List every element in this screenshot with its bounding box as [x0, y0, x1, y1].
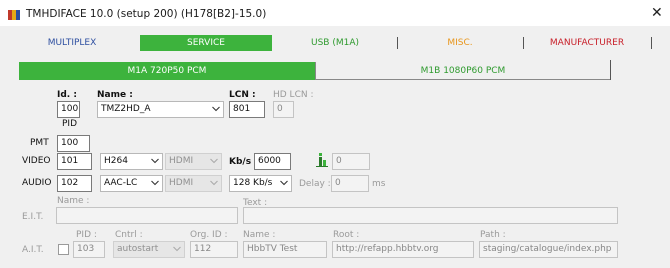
tab-manufacturer[interactable]: MANUFACTURER [524, 35, 650, 51]
delay-label: Delay : [299, 179, 331, 189]
tab-separator [651, 37, 652, 49]
ait-root-label: Root : [333, 230, 360, 240]
info-bar-icon[interactable] [316, 153, 328, 167]
name-label: Name : [97, 90, 133, 100]
ait-pid-label: PID : [76, 230, 97, 240]
ait-cntrl-value: autostart [117, 244, 159, 254]
window-title: TMHDIFACE 10.0 (setup 200) (H178[B2]-15.… [26, 8, 267, 20]
ait-enable-checkbox[interactable] [58, 244, 69, 255]
pmt-label: PMT [30, 138, 49, 148]
video-interface-select: HDMI [165, 153, 222, 170]
tab-usb-label: USB (M1A) [310, 38, 359, 48]
tab-service-label: SERVICE [187, 38, 225, 48]
hd-lcn-label: HD LCN : [273, 90, 314, 100]
audio-interface-value: HDMI [169, 178, 194, 188]
id-input[interactable]: 100 [57, 101, 80, 118]
subtab-m1b-label: M1B 1080P60 PCM [420, 66, 506, 76]
eit-text-input [243, 207, 618, 224]
chevron-down-icon [210, 180, 218, 186]
subtab-end-divider [610, 60, 611, 80]
subtab-m1a[interactable]: M1A 720P50 PCM [19, 62, 315, 80]
ait-pid-input: 103 [73, 241, 105, 258]
ait-path-label: Path : [480, 230, 506, 240]
lcn-label: LCN : [229, 90, 256, 100]
close-icon[interactable]: ✕ [651, 5, 663, 21]
eit-label: E.I.T. [22, 212, 44, 222]
tab-manufacturer-label: MANUFACTURER [549, 38, 625, 48]
delay-input: 0 [331, 175, 369, 192]
ait-cntrl-label: Cntrl : [115, 230, 143, 240]
tab-usb[interactable]: USB (M1A) [274, 35, 396, 51]
video-extra-input: 0 [332, 153, 370, 170]
subtab-m1a-label: M1A 720P50 PCM [127, 66, 207, 76]
hd-lcn-input: 0 [273, 101, 294, 118]
video-pid-input[interactable]: 101 [57, 153, 92, 170]
eit-name-label: Name : [57, 196, 90, 206]
app-icon [8, 10, 20, 20]
audio-codec-value: AAC-LC [104, 178, 138, 188]
id-label: Id. : [57, 90, 77, 100]
audio-label: AUDIO [22, 178, 52, 188]
audio-interface-select: HDMI [165, 175, 222, 192]
ait-path-input: staging/catalogue/index.php [479, 241, 618, 258]
service-name-value: TMZ2HD_A [101, 104, 151, 114]
chevron-down-icon [210, 158, 218, 164]
ait-cntrl-select: autostart [113, 241, 185, 258]
ait-org-id-input: 112 [190, 241, 238, 258]
chevron-down-icon [173, 246, 181, 252]
pmt-pid-input[interactable]: 100 [57, 135, 90, 152]
audio-bitrate-select[interactable]: 128 Kb/s [229, 175, 292, 192]
eit-name-input [56, 207, 238, 224]
tab-misc-label: MISC. [447, 38, 473, 48]
tab-multiplex[interactable]: MULTIPLEX [6, 35, 138, 51]
chevron-down-icon [151, 158, 159, 164]
pid-label: PID [62, 119, 78, 129]
audio-codec-select[interactable]: AAC-LC [100, 175, 163, 192]
tab-misc[interactable]: MISC. [398, 35, 522, 51]
chevron-down-icon [151, 180, 159, 186]
tab-service[interactable]: SERVICE [140, 35, 272, 51]
chevron-down-icon [212, 106, 220, 112]
ait-name-input: HbbTV Test [243, 241, 327, 258]
subtab-m1b[interactable]: M1B 1080P60 PCM [316, 62, 610, 80]
video-codec-value: H264 [104, 156, 128, 166]
lcn-input[interactable]: 801 [229, 101, 265, 118]
ait-org-id-label: Org. ID : [190, 230, 228, 240]
video-codec-select[interactable]: H264 [100, 153, 163, 170]
tab-multiplex-label: MULTIPLEX [47, 38, 97, 48]
ait-root-input: http://refapp.hbbtv.org [332, 241, 474, 258]
chevron-down-icon [280, 180, 288, 186]
video-interface-value: HDMI [169, 156, 194, 166]
audio-bitrate-value: 128 Kb/s [233, 178, 273, 188]
ait-label: A.I.T. [22, 245, 44, 255]
service-name-combo[interactable]: TMZ2HD_A [97, 101, 224, 118]
audio-pid-input[interactable]: 102 [57, 175, 92, 192]
delay-unit: ms [372, 179, 386, 189]
video-kbs-input[interactable]: 6000 [254, 153, 291, 170]
ait-name-label: Name : [243, 230, 276, 240]
video-label: VIDEO [22, 156, 51, 166]
